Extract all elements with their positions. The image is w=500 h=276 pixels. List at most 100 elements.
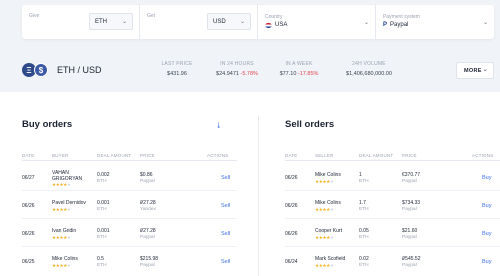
get-label: Get: [147, 13, 156, 19]
table-row: 06/25 Mike Colins ★★★★★ 0.5 ETH $215.98 …: [22, 247, 237, 275]
divider: [285, 160, 500, 161]
col-price[interactable]: PRICE: [402, 153, 417, 158]
buyer-name[interactable]: Mike Colins: [52, 256, 78, 262]
payment-method: Paypal: [402, 207, 417, 212]
deal-amount: 1: [359, 172, 362, 178]
col-deal-amount[interactable]: DEAL AMOUNT: [97, 153, 131, 158]
rating-stars: ★★★★★: [52, 207, 71, 212]
seller-name[interactable]: Mike Colins: [315, 200, 341, 206]
buy-button[interactable]: Buy: [482, 175, 491, 181]
stat-value-wrap: $77.10 -17.85%: [274, 71, 324, 77]
buy-button[interactable]: Buy: [482, 231, 491, 237]
sell-button[interactable]: Sell: [221, 203, 230, 209]
col-seller[interactable]: SELLER: [315, 153, 333, 158]
divider: [258, 116, 259, 276]
deal-amount: 0.02: [359, 256, 369, 262]
chevron-down-icon: ⌄: [482, 67, 488, 73]
filter-bar: Give ETH ⌄ Get USD ⌄ Country USA ⌄ Payme…: [22, 5, 494, 39]
paypal-icon: P: [383, 22, 388, 28]
price: $215.98: [140, 256, 159, 262]
rating-stars: ★★★★★: [315, 235, 334, 240]
get-currency-select[interactable]: USD ⌄: [207, 13, 251, 30]
price: €370.77: [402, 172, 421, 178]
amount-unit: ETH: [97, 263, 107, 268]
stat-value-wrap: $24.9471 -5.78%: [212, 71, 262, 77]
rating-stars: ★★★★★: [315, 263, 334, 268]
row-date: 06/27: [22, 175, 35, 181]
table-row: 06/27 VAHAN GRIGORYAN ★★★★★ 0.002 ETH $0…: [22, 163, 237, 191]
table-row: 06/26 Ivan Gridin ★★★★★ 0.001 ETH ₽27.28…: [22, 219, 237, 247]
sell-orders-title: Sell orders: [285, 119, 335, 130]
row-date: 06/24: [285, 259, 298, 265]
payment-method: Paypal: [140, 179, 155, 184]
buyer-name[interactable]: Ivan Gridin: [52, 228, 76, 234]
payment-method: Paypal: [402, 179, 417, 184]
col-date[interactable]: DATE: [22, 153, 34, 158]
seller-name[interactable]: Mike Colins: [315, 172, 341, 178]
payment-system-select[interactable]: Payment system P Paypal ⌄: [376, 5, 494, 39]
row-date: 06/26: [22, 203, 35, 209]
stat-change: -17.85%: [297, 71, 319, 77]
payment-value-wrap: P Paypal: [383, 22, 408, 28]
amount-unit: ETH: [97, 207, 107, 212]
country-label: Country: [265, 14, 283, 20]
price: $0.86: [140, 172, 153, 178]
stat-value: $24.9471: [216, 71, 239, 77]
col-actions: ACTIONS: [472, 153, 494, 158]
stat-last-price: LAST PRICE $431.96: [157, 61, 197, 77]
table-row: 06/26 Cooper Kurt ★★★★★ 0.05 ETH $21.60 …: [285, 219, 500, 247]
stat-label: IN A WEEK: [285, 61, 313, 67]
col-price[interactable]: PRICE: [140, 153, 155, 158]
country-select[interactable]: Country USA ⌄: [258, 5, 376, 39]
sell-button[interactable]: Sell: [221, 259, 230, 265]
col-buyer[interactable]: BUYER: [52, 153, 69, 158]
price: ₽27.28: [140, 228, 156, 234]
payment-label: Payment system: [383, 14, 420, 20]
seller-name[interactable]: Cooper Kurt: [315, 228, 342, 234]
amount-unit: ETH: [97, 179, 107, 184]
deal-amount: 1.7: [359, 200, 366, 206]
sell-button[interactable]: Sell: [221, 231, 230, 237]
chevron-down-icon: ⌄: [121, 19, 127, 25]
col-deal-amount[interactable]: DEAL AMOUNT: [359, 153, 393, 158]
row-date: 06/26: [285, 231, 298, 237]
give-filter: Give ETH ⌄: [22, 5, 140, 39]
stat-label: LAST PRICE: [161, 61, 193, 67]
more-label: MORE: [464, 67, 482, 74]
rating-stars: ★★★★★: [52, 263, 71, 268]
pair-title: ETH / USD: [57, 65, 102, 75]
stat-week: IN A WEEK $77.10 -17.85%: [274, 61, 324, 77]
stat-volume: 24H VOLUME $1,406,680,000.00: [339, 61, 399, 77]
col-date[interactable]: DATE: [285, 153, 297, 158]
orders-section: Buy orders ⭣ DATE BUYER DEAL AMOUNT PRIC…: [0, 92, 500, 276]
rating-stars: ★★★★★: [315, 207, 334, 212]
seller-name[interactable]: Mark Scofield: [315, 256, 345, 262]
payment-method: Paypal: [402, 263, 417, 268]
sort-icon[interactable]: ⭣: [217, 121, 221, 131]
get-currency-value: USD: [213, 18, 226, 25]
more-button[interactable]: MORE ⌄: [456, 62, 494, 79]
payment-method: Paypal: [140, 235, 155, 240]
buy-button[interactable]: Buy: [482, 259, 491, 265]
table-row: 06/26 Mike Colins ★★★★★ 1 ETH €370.77 Pa…: [285, 163, 500, 191]
amount-unit: ETH: [97, 235, 107, 240]
stat-change: -5.78%: [240, 71, 258, 77]
price: ₽545.52: [402, 256, 421, 262]
buy-button[interactable]: Buy: [482, 203, 491, 209]
sell-button[interactable]: Sell: [221, 175, 230, 181]
row-date: 06/26: [22, 231, 35, 237]
chevron-down-icon: ⌄: [363, 20, 369, 26]
give-currency-value: ETH: [95, 18, 107, 25]
payment-method: Yandex: [140, 207, 156, 212]
stat-value: $77.10: [279, 71, 297, 77]
buyer-name[interactable]: Pavel Dernidov: [52, 200, 86, 206]
country-value: USA: [275, 22, 288, 28]
buy-orders-title: Buy orders: [22, 119, 73, 130]
stat-value: $1,406,680,000.00: [346, 71, 392, 77]
deal-amount: 0.05: [359, 228, 369, 234]
chevron-down-icon: ⌄: [239, 19, 245, 25]
table-row: 06/26 Pavel Dernidov ★★★★★ 0.001 ETH ₽27…: [22, 191, 237, 219]
amount-unit: ETH: [359, 263, 369, 268]
give-currency-select[interactable]: ETH ⌄: [89, 13, 133, 30]
price: ₽27.28: [140, 200, 156, 206]
